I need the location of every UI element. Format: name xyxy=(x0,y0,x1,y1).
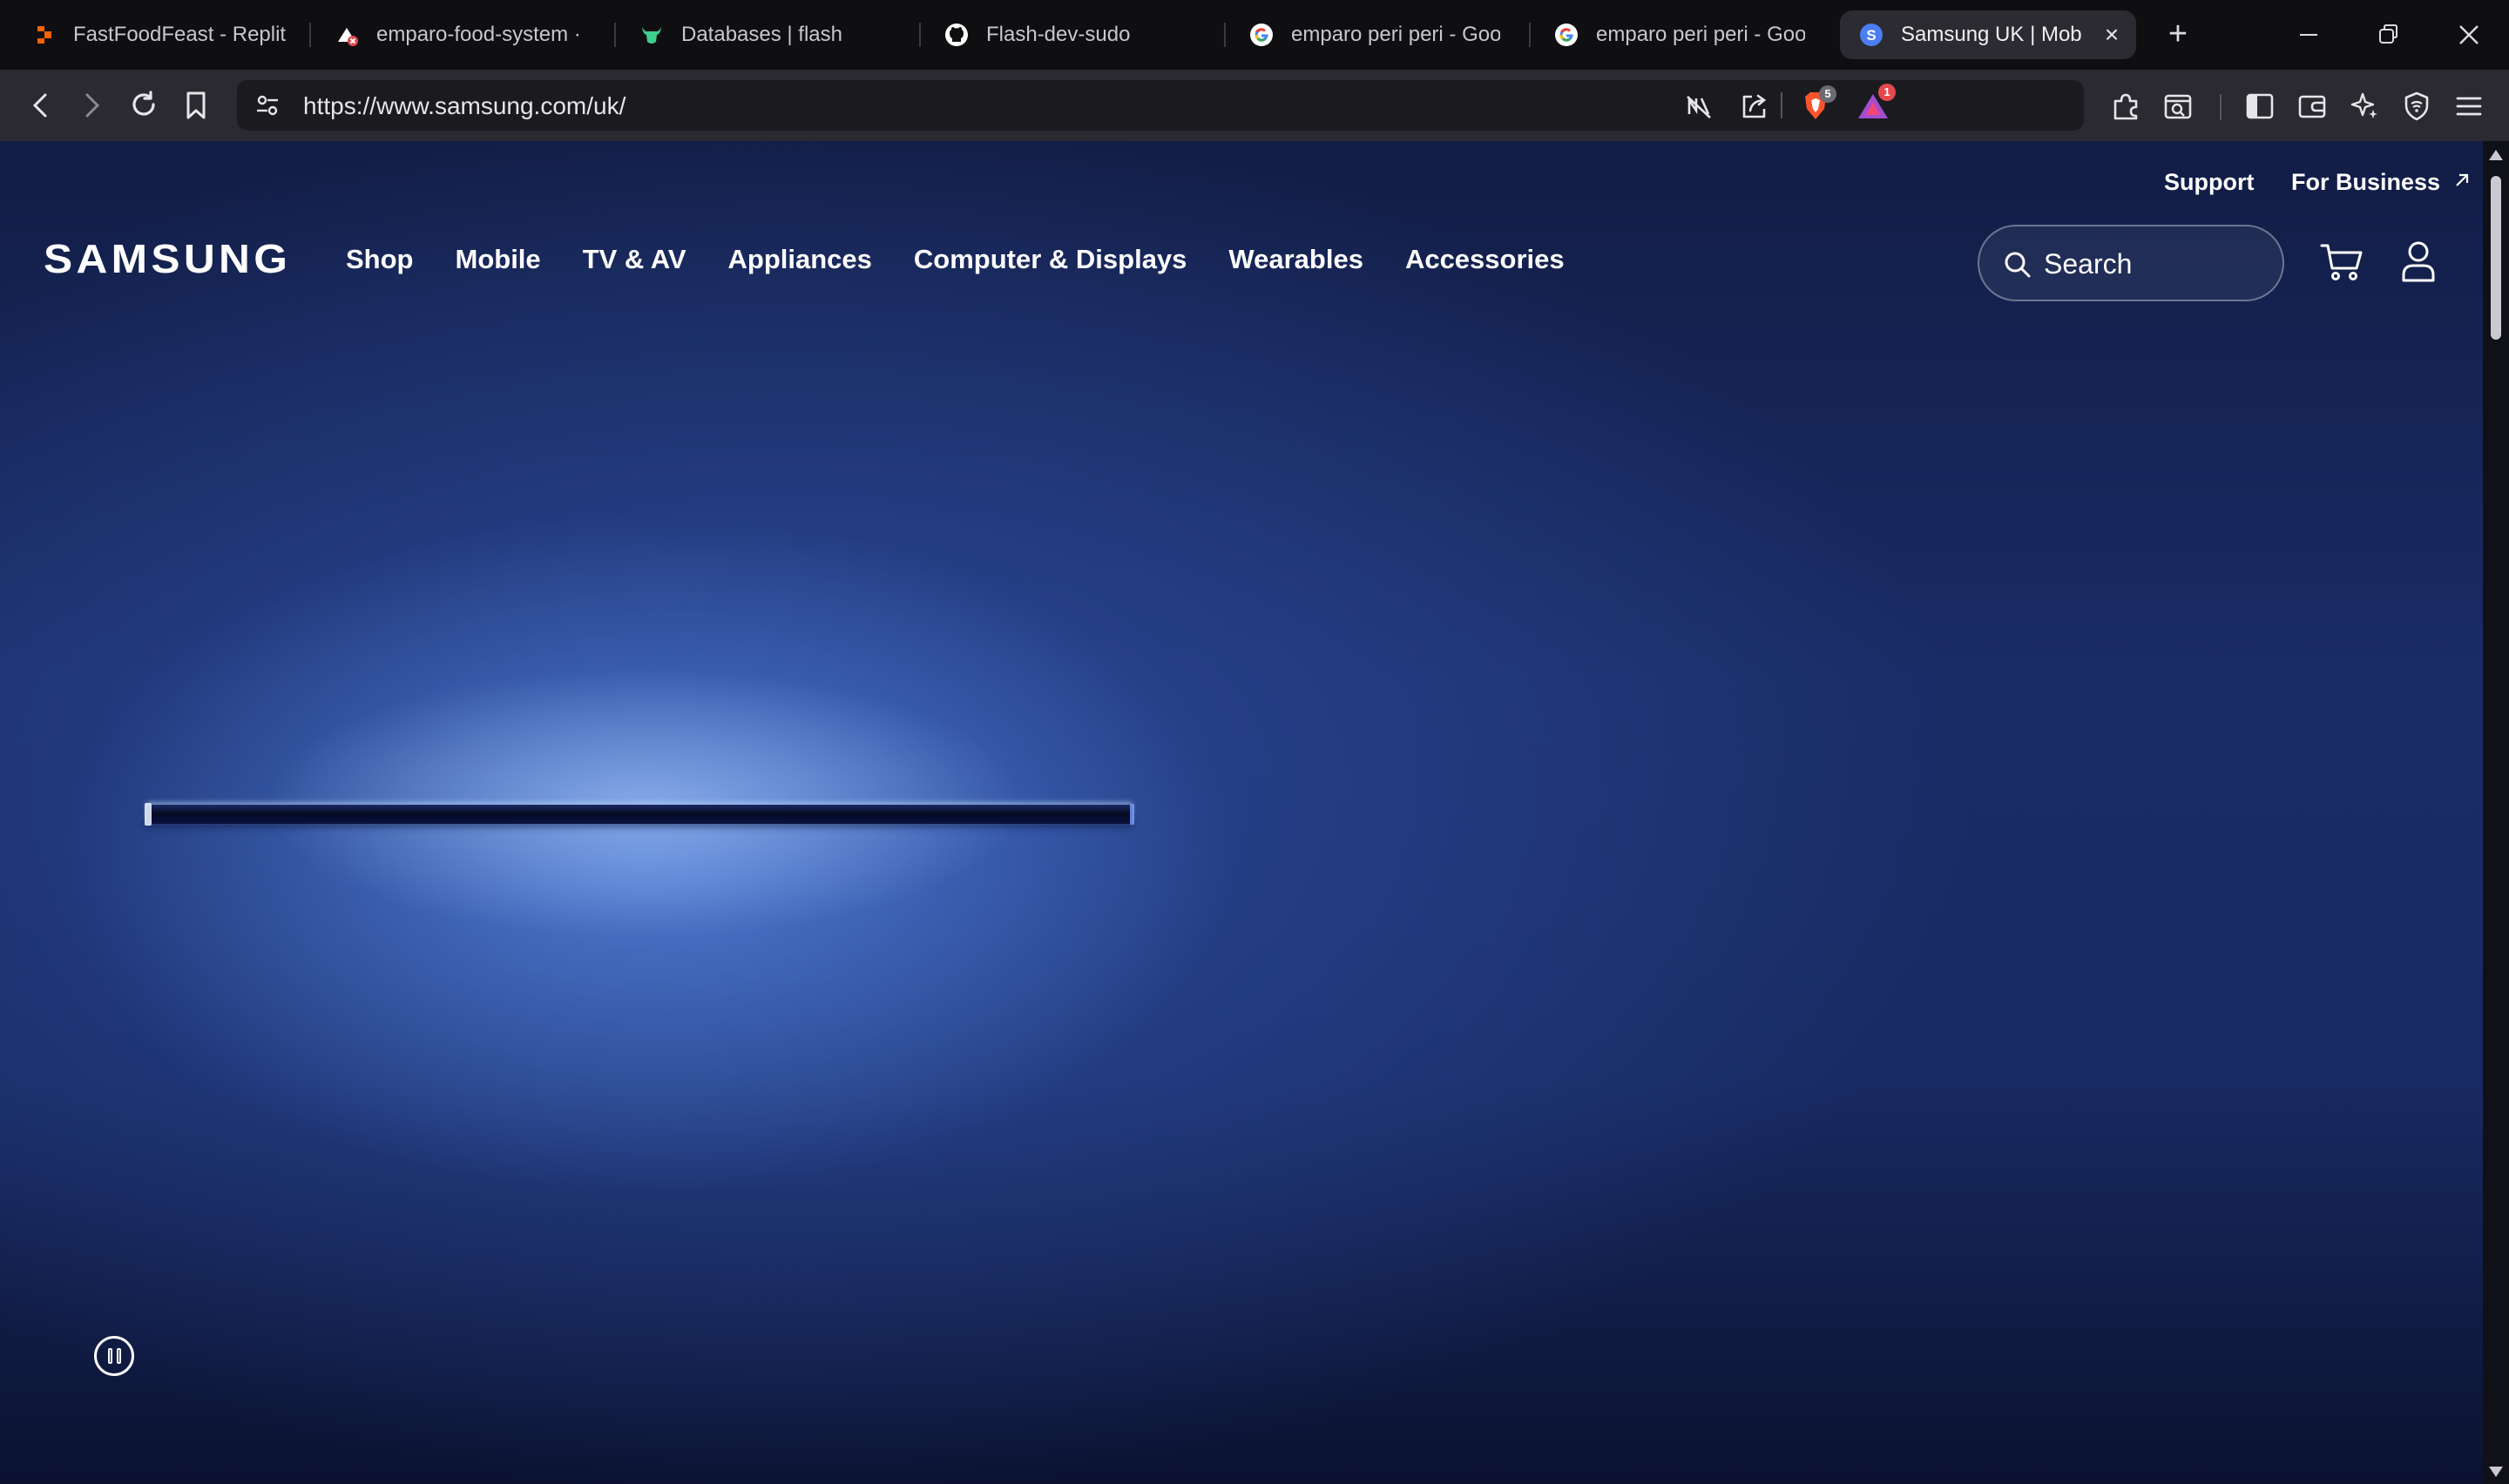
scrollbar-thumb[interactable] xyxy=(2491,176,2501,340)
samsung-homepage: Support For Business SAMSUNG Shop Mobile… xyxy=(0,141,2483,1484)
vpn-shield-icon[interactable] xyxy=(2397,87,2436,125)
svg-text:S: S xyxy=(1866,27,1876,44)
tab-title: FastFoodFeast - Replit xyxy=(73,23,287,46)
new-tab-button[interactable]: + xyxy=(2159,16,2197,54)
tab-emparo-google-1[interactable]: emparo peri peri - Goog xyxy=(1249,10,1511,59)
nav-wearables[interactable]: Wearables xyxy=(1228,244,1363,275)
browser-toolbar: https://www.samsung.com/uk/ 5 1 xyxy=(0,70,2509,141)
bookmark-icon[interactable] xyxy=(176,85,216,125)
tab-title: emparo peri peri - Goog xyxy=(1291,23,1500,46)
extensions-icon[interactable] xyxy=(2107,87,2145,125)
tab-databases-flash[interactable]: Databases | flash xyxy=(639,10,901,59)
toolbar-divider xyxy=(1781,92,1782,118)
back-button[interactable] xyxy=(21,85,61,125)
close-tab-icon[interactable]: × xyxy=(2098,21,2126,49)
tab-fastfoodfeast[interactable]: FastFoodFeast - Replit xyxy=(31,10,293,59)
page-scrollbar[interactable] xyxy=(2483,141,2509,1484)
address-bar[interactable]: https://www.samsung.com/uk/ 5 1 xyxy=(237,80,2084,131)
minimize-button[interactable] xyxy=(2289,17,2328,52)
tab-separator xyxy=(1224,23,1226,47)
cart-icon[interactable] xyxy=(2317,237,2366,286)
toolbar-divider xyxy=(2220,94,2222,120)
search-icon xyxy=(2002,249,2033,280)
pause-bar-right xyxy=(116,1348,121,1364)
reader-mode-icon[interactable] xyxy=(2159,87,2197,125)
rewards-count-badge: 1 xyxy=(1878,84,1896,101)
github-icon xyxy=(944,23,969,47)
reload-button[interactable] xyxy=(124,85,164,125)
for-business-link[interactable]: For Business xyxy=(2291,169,2472,196)
pause-video-button[interactable] xyxy=(94,1336,134,1376)
tab-separator xyxy=(309,23,311,47)
forward-button[interactable] xyxy=(71,85,112,125)
tab-flash-dev-sudo[interactable]: Flash-dev-sudo xyxy=(944,10,1206,59)
wallet-icon[interactable] xyxy=(2293,87,2331,125)
tab-title: Databases | flash xyxy=(681,23,843,46)
menu-icon[interactable] xyxy=(2450,87,2488,125)
bull-icon xyxy=(639,23,664,47)
leo-ai-off-icon[interactable] xyxy=(1680,87,1718,125)
search-input[interactable] xyxy=(2042,242,2269,286)
hero-device-edge xyxy=(145,803,1134,826)
support-link[interactable]: Support xyxy=(2164,169,2254,196)
nav-tv-av[interactable]: TV & AV xyxy=(583,244,686,275)
brave-shields-icon[interactable]: 5 xyxy=(1796,85,1836,125)
tab-separator xyxy=(919,23,921,47)
for-business-label: For Business xyxy=(2291,169,2441,195)
main-nav: Shop Mobile TV & AV Appliances Computer … xyxy=(346,244,1565,275)
scroll-down-arrow[interactable] xyxy=(2489,1467,2503,1477)
sidebar-toggle-icon[interactable] xyxy=(2241,87,2279,125)
tab-separator xyxy=(1529,23,1531,47)
samsung-favicon: S xyxy=(1859,23,1883,47)
tab-emparo-food-system[interactable]: emparo-food-system · xyxy=(335,10,596,59)
tab-title: emparo-food-system · xyxy=(376,23,581,46)
share-icon[interactable] xyxy=(1735,87,1774,125)
url-text: https://www.samsung.com/uk/ xyxy=(303,92,626,119)
site-settings-icon[interactable] xyxy=(254,92,282,120)
nav-accessories[interactable]: Accessories xyxy=(1405,244,1565,275)
account-icon[interactable] xyxy=(2394,237,2443,286)
google-icon xyxy=(1554,23,1579,47)
pause-bar-left xyxy=(107,1348,112,1364)
nav-mobile[interactable]: Mobile xyxy=(456,244,541,275)
search-box[interactable] xyxy=(1978,225,2284,301)
nav-computer-displays[interactable]: Computer & Displays xyxy=(914,244,1187,275)
browser-tab-strip: FastFoodFeast - Replit emparo-food-syste… xyxy=(0,0,2509,70)
nav-appliances[interactable]: Appliances xyxy=(728,244,872,275)
close-window-button[interactable] xyxy=(2450,17,2488,52)
brave-rewards-icon[interactable]: 1 xyxy=(1854,84,1896,125)
samsung-logo[interactable]: SAMSUNG xyxy=(44,235,291,282)
tab-emparo-google-2[interactable]: emparo peri peri - Goog xyxy=(1554,10,1816,59)
replit-icon xyxy=(31,23,56,47)
tab-samsung-uk[interactable]: S Samsung UK | Mob × xyxy=(1840,10,2136,59)
shields-count-badge: 5 xyxy=(1819,85,1836,103)
tab-title: Flash-dev-sudo xyxy=(986,23,1131,46)
leo-ai-icon[interactable] xyxy=(2345,87,2384,125)
tab-title: Samsung UK | Mob xyxy=(1901,23,2082,46)
nav-shop[interactable]: Shop xyxy=(346,244,414,275)
external-link-icon xyxy=(2452,169,2472,196)
tab-separator xyxy=(614,23,616,47)
google-icon xyxy=(1249,23,1274,47)
vercel-error-icon xyxy=(335,23,359,47)
tab-title: emparo peri peri - Goog xyxy=(1596,23,1805,46)
scroll-up-arrow[interactable] xyxy=(2489,150,2503,160)
restore-button[interactable] xyxy=(2370,17,2408,52)
